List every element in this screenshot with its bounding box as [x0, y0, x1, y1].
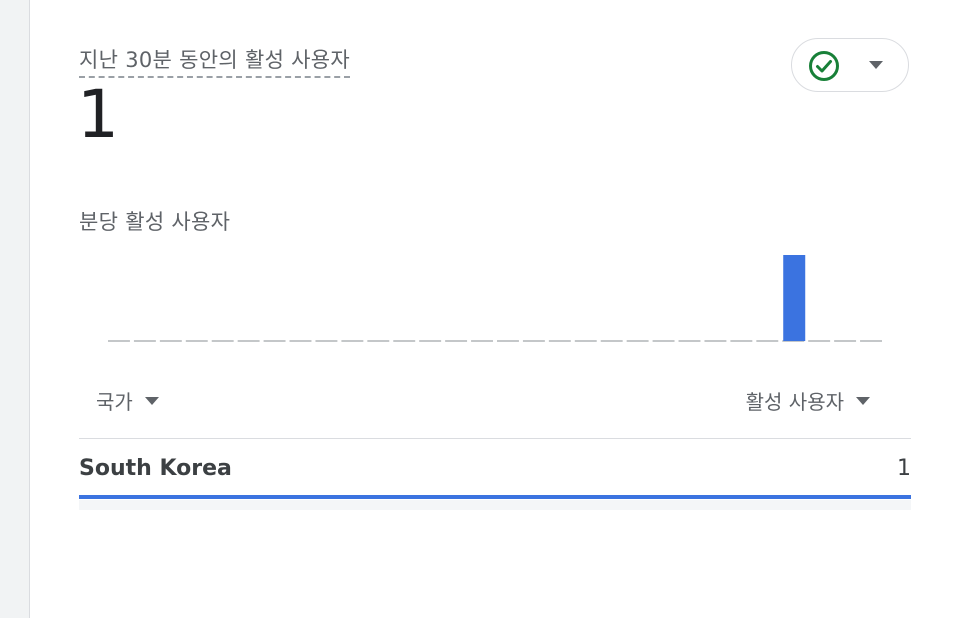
caret-down-icon	[856, 396, 870, 405]
table-row[interactable]: South Korea 1	[79, 440, 911, 499]
chart-bar[interactable]	[783, 255, 806, 341]
check-circle-icon	[809, 51, 839, 81]
row-country: South Korea	[79, 456, 232, 481]
column-header-active-users-label: 활성 사용자	[745, 390, 844, 414]
row-divider	[79, 500, 911, 510]
row-share-bar	[79, 495, 911, 499]
minute-bar-chart	[108, 255, 882, 342]
realtime-users-title[interactable]: 지난 30분 동안의 활성 사용자	[79, 44, 351, 78]
minute-chart-title: 분당 활성 사용자	[79, 210, 231, 234]
realtime-users-value: 1	[77, 76, 119, 153]
table-header-divider	[79, 438, 911, 439]
column-header-country-label: 국가	[96, 390, 133, 414]
caret-down-icon	[144, 396, 159, 405]
chevron-down-icon	[869, 61, 883, 69]
column-header-country[interactable]: 국가	[96, 386, 159, 415]
status-dropdown[interactable]	[791, 38, 909, 92]
realtime-card: 지난 30분 동안의 활성 사용자 1 분당 활성 사용자 국가 활성 사용자 …	[29, 0, 962, 618]
row-active-users: 1	[897, 456, 911, 481]
column-header-active-users[interactable]: 활성 사용자	[746, 386, 870, 415]
